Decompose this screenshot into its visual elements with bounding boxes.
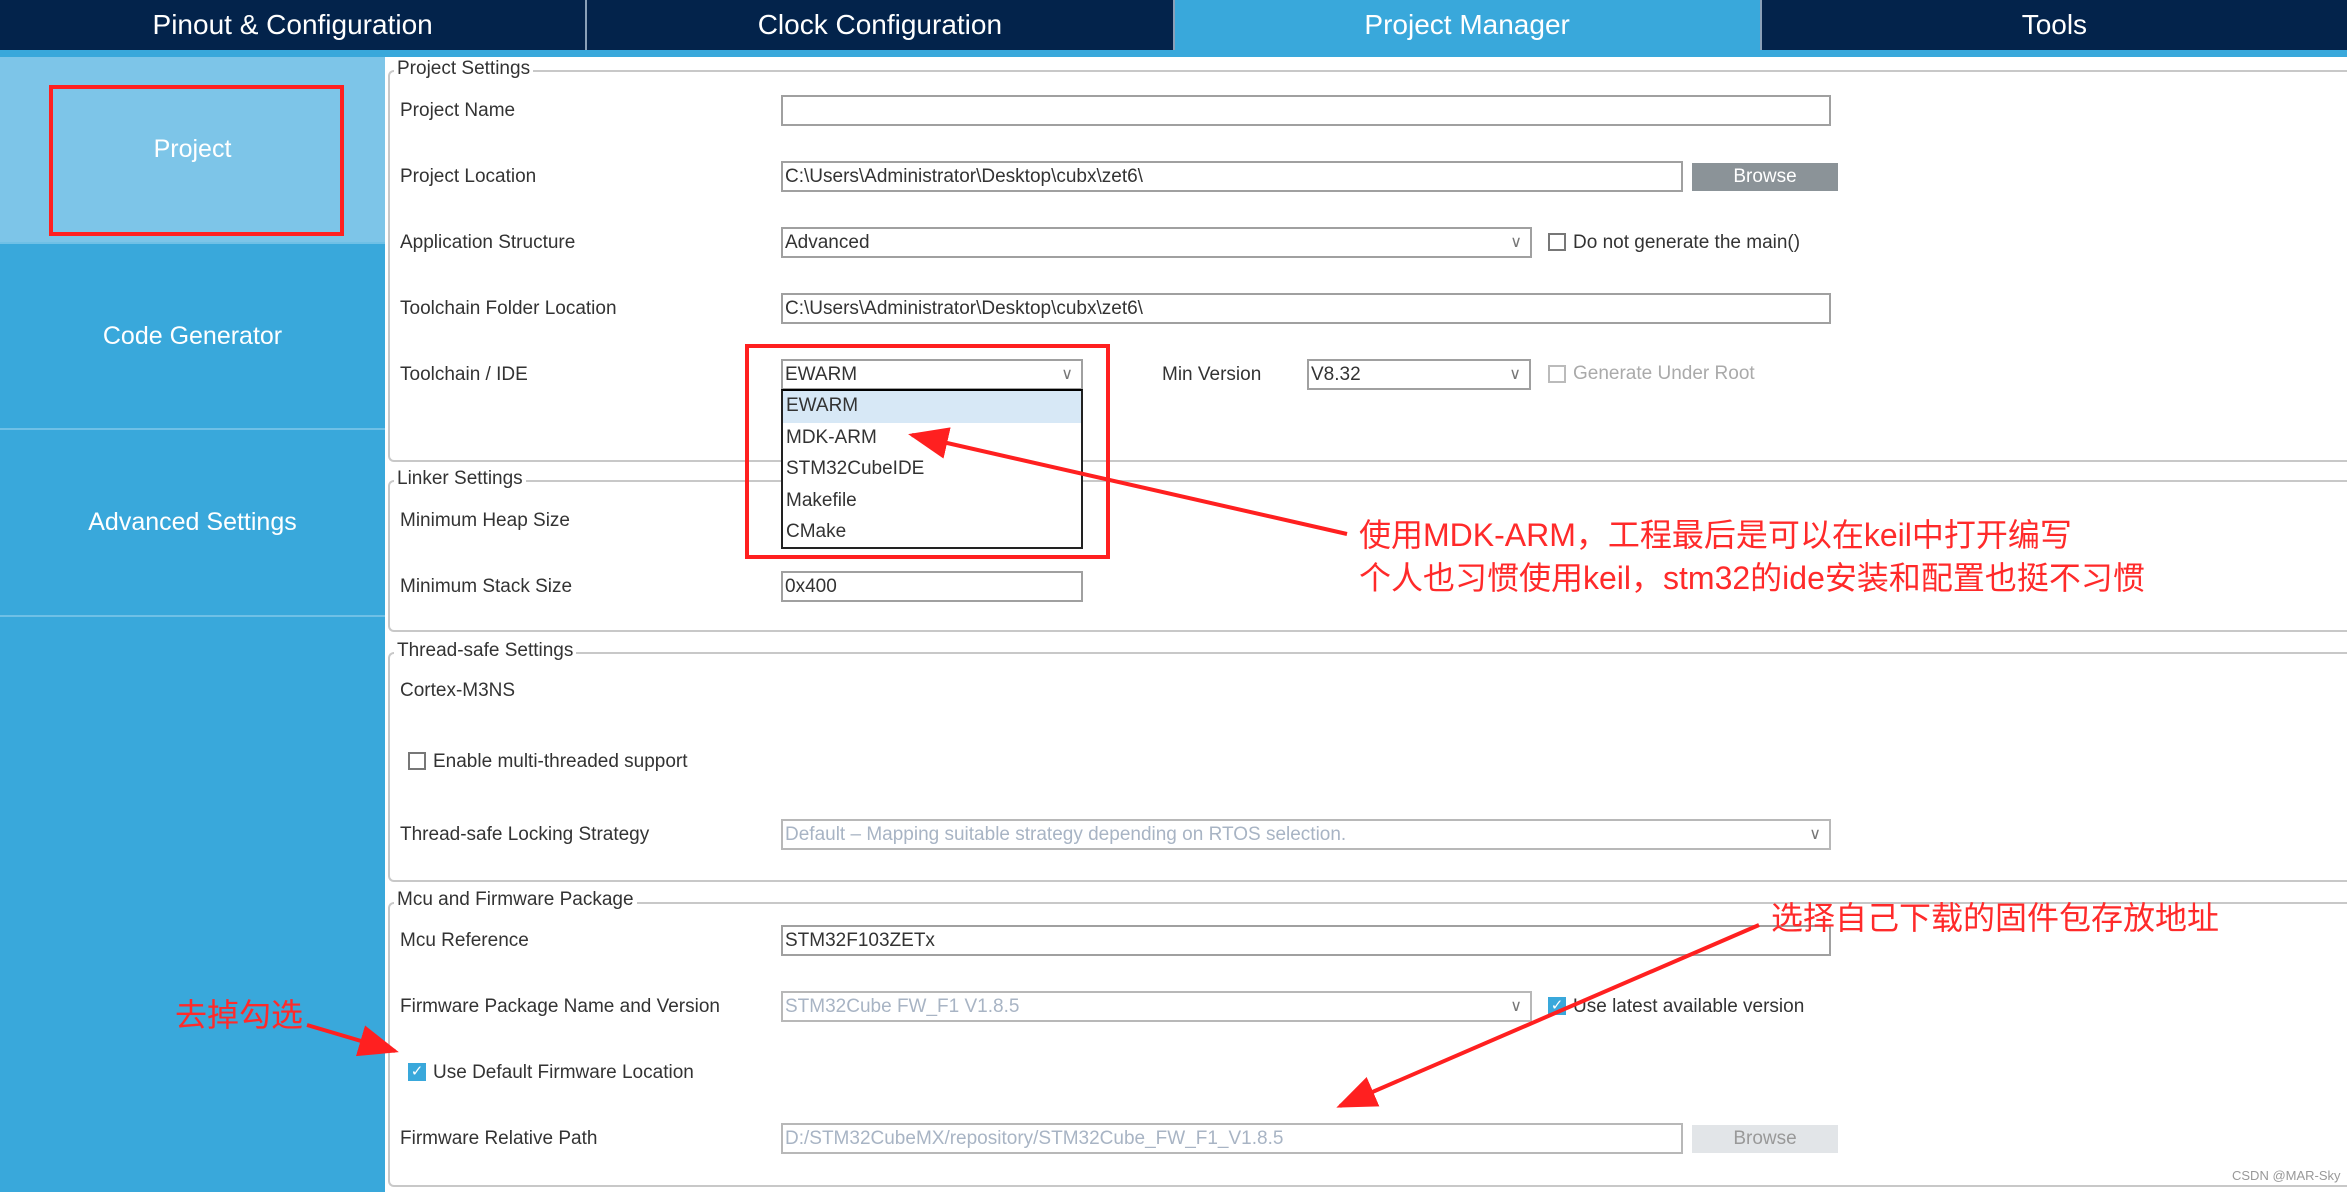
annotation-mdk-line1: 使用MDK-ARM，工程最后是可以在keil中打开编写 bbox=[1359, 517, 2072, 553]
annotation-mdk-line2: 个人也习惯使用keil，stm32的ide安装和配置也挺不习惯 bbox=[1359, 560, 2145, 596]
arrow-to-mdk-arm bbox=[908, 427, 1348, 536]
watermark: CSDN @MAR-Sky bbox=[2232, 1168, 2341, 1183]
annotation-uncheck: 去掉勾选 bbox=[175, 997, 304, 1033]
annotation-fw-location: 选择自己下载的固件包存放地址 bbox=[1771, 900, 2220, 936]
arrow-to-use-default bbox=[306, 1023, 399, 1057]
arrow-to-fw-path bbox=[1336, 923, 1760, 1108]
